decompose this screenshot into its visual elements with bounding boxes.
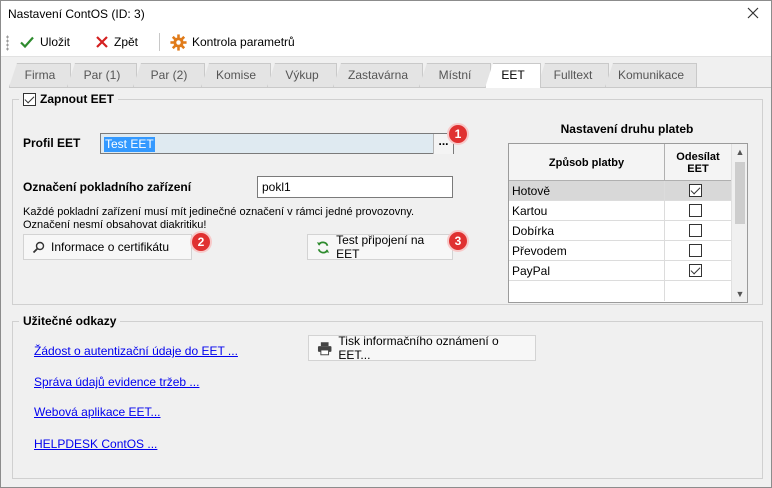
eet-tab-panel: Zapnout EET Profil EET Test EET ... 1 Oz… (9, 88, 771, 486)
useful-links-title: Užitečné odkazy (19, 314, 121, 328)
close-button[interactable] (741, 2, 765, 24)
profile-select[interactable]: Test EET ... (100, 133, 454, 154)
callout-badge-2: 2 (190, 231, 212, 253)
send-eet-checkbox[interactable] (689, 204, 702, 217)
device-note-line1: Každé pokladní zařízení musí mít jedineč… (23, 206, 415, 218)
payment-name: Kartou (512, 204, 548, 218)
enable-eet-checkbox[interactable] (23, 92, 36, 106)
table-row[interactable]: Kartou (509, 201, 731, 221)
title-bar: Nastavení ContOS (ID: 3) (1, 1, 771, 27)
cell-divider (664, 201, 665, 221)
cross-icon (96, 36, 108, 48)
payment-name: Hotově (512, 184, 551, 198)
window-title: Nastavení ContOS (ID: 3) (8, 7, 145, 21)
payment-settings-title: Nastavení druhu plateb (560, 122, 694, 136)
link-auth-request[interactable]: Žádost o autentizační údaje do EET ... (34, 344, 238, 358)
link-eet-web-app[interactable]: Webová aplikace EET... (34, 405, 161, 419)
settings-window: Nastavení ContOS (ID: 3) Uložit Zpět Kon… (0, 0, 772, 488)
profile-label: Profil EET (23, 136, 81, 150)
eet-settings-group: Zapnout EET Profil EET Test EET ... 1 Oz… (12, 92, 763, 305)
print-notice-button[interactable]: Tisk informačního oznámení o EET... (308, 334, 536, 362)
tab-par-2[interactable]: Par (2) (133, 63, 205, 87)
tab-mistni[interactable]: Místní (419, 63, 491, 87)
payment-name: PayPal (512, 264, 551, 278)
link-sales-records[interactable]: Správa údajů evidence tržeb ... (34, 375, 199, 389)
toolbar-separator (159, 33, 160, 51)
enable-eet-checkbox-row[interactable]: Zapnout EET (19, 92, 118, 106)
send-eet-checkbox[interactable] (689, 184, 702, 197)
callout-badge-3: 3 (447, 230, 469, 252)
magnifier-icon (32, 241, 45, 253)
column-header-send-line2: EET (687, 162, 709, 175)
print-notice-label: Tisk informačního oznámení o EET... (338, 334, 499, 362)
scroll-up-icon[interactable]: ▲ (735, 147, 745, 157)
certificate-info-label: Informace o certifikátu (51, 240, 170, 254)
device-label: Označení pokladního zařízení (23, 180, 192, 194)
back-button[interactable]: Zpět (92, 30, 141, 54)
column-header-send[interactable]: Odesílat EET (665, 144, 731, 181)
table-row[interactable]: Převodem (509, 241, 731, 261)
tab-komise[interactable]: Komise (201, 63, 271, 87)
check-parameters-label: Kontrola parametrů (192, 35, 295, 49)
tab-par-1[interactable]: Par (1) (67, 63, 137, 87)
refresh-icon (316, 241, 330, 253)
tab-firma[interactable]: Firma (9, 63, 71, 87)
back-button-label: Zpět (114, 35, 139, 49)
tab-vykup[interactable]: Výkup (267, 63, 337, 87)
table-row-empty (509, 281, 731, 301)
grid-scrollbar[interactable]: ▲ ▼ (731, 144, 747, 302)
cell-divider (664, 281, 665, 301)
toolbar-grip[interactable] (6, 35, 9, 51)
send-eet-checkbox[interactable] (689, 264, 702, 277)
link-helpdesk[interactable]: HELPDESK ContOS ... (34, 437, 157, 451)
checkmark-icon (20, 36, 34, 49)
toolbar: Uložit Zpět Kontrola parametrů (1, 27, 771, 57)
device-id-field[interactable]: pokl1 (257, 176, 453, 198)
cell-divider (664, 241, 665, 261)
send-eet-checkbox[interactable] (689, 224, 702, 237)
payment-name: Převodem (512, 244, 567, 258)
tab-zastavarna[interactable]: Zastavárna (333, 63, 423, 87)
tab-komunikace[interactable]: Komunikace (605, 63, 697, 87)
tab-eet[interactable]: EET (485, 63, 541, 88)
scrollbar-thumb[interactable] (735, 162, 745, 224)
table-row[interactable]: Hotově (509, 181, 731, 201)
payment-methods-grid[interactable]: Způsob platby Odesílat EET Hotově Kartou (508, 143, 748, 303)
grid-header: Způsob platby Odesílat EET (509, 144, 731, 181)
tab-strip: Firma Par (1) Par (2) Komise Výkup Zasta… (9, 63, 769, 88)
certificate-info-button[interactable]: Informace o certifikátu (23, 234, 192, 260)
enable-eet-label: Zapnout EET (40, 92, 114, 106)
printer-icon (317, 341, 332, 355)
send-eet-checkbox[interactable] (689, 244, 702, 257)
cell-divider (664, 261, 665, 281)
close-icon (747, 7, 759, 19)
cell-divider (664, 221, 665, 241)
payment-name: Dobírka (512, 224, 555, 238)
column-header-method[interactable]: Způsob platby (509, 144, 664, 181)
gear-icon (170, 33, 187, 51)
tab-fulltext[interactable]: Fulltext (537, 63, 609, 87)
test-connection-label: Test připojení na EET (336, 233, 425, 261)
test-connection-button[interactable]: Test připojení na EET (307, 233, 453, 261)
callout-badge-1: 1 (447, 123, 469, 145)
column-header-send-line1: Odesílat (676, 150, 720, 163)
check-parameters-button[interactable]: Kontrola parametrů (167, 30, 298, 54)
device-note-line2: Označení nesmí obsahovat diakritiku! (23, 219, 207, 231)
table-row[interactable]: Dobírka (509, 221, 731, 241)
save-button[interactable]: Uložit (16, 30, 73, 54)
cell-divider (664, 181, 665, 201)
profile-value: Test EET (104, 137, 155, 152)
save-button-label: Uložit (40, 35, 71, 49)
scroll-down-icon[interactable]: ▼ (735, 289, 745, 299)
useful-links-group: Užitečné odkazy Žádost o autentizační úd… (12, 314, 763, 479)
table-row[interactable]: PayPal (509, 261, 731, 281)
